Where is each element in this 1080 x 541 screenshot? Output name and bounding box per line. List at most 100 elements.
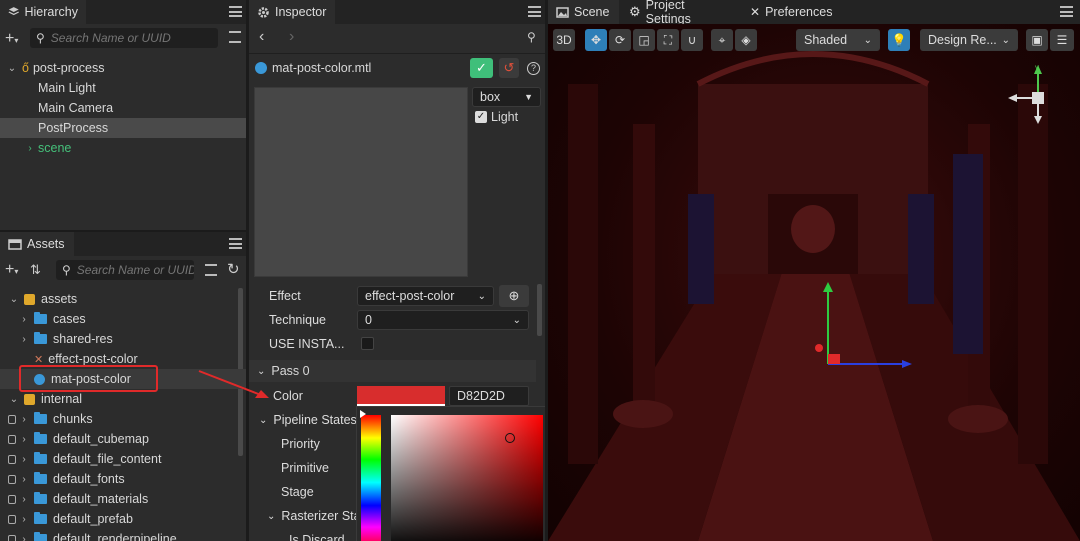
asset-default-prefab[interactable]: › default_prefab — [0, 509, 246, 529]
assets-add-icon[interactable]: +▾ — [5, 261, 18, 279]
folder-icon — [34, 532, 47, 541]
use-instancing-checkbox[interactable] — [361, 337, 374, 350]
expand-arrow-icon[interactable]: › — [18, 434, 30, 445]
scale-tool-button[interactable]: ◲ — [633, 29, 655, 51]
collapse-all-icon[interactable] — [229, 31, 241, 43]
magnet-tool-button[interactable]: ∪ — [681, 29, 703, 51]
expand-arrow-icon[interactable]: › — [18, 334, 30, 345]
pipeline-states-header[interactable]: ⌄ Pipeline States — [259, 410, 357, 430]
asset-label: default_materials — [53, 492, 149, 506]
tab-hierarchy[interactable]: Hierarchy — [0, 0, 86, 24]
apply-button[interactable]: ✓ — [470, 58, 493, 78]
shading-select[interactable]: Shaded ⌄ — [796, 29, 880, 51]
asset-default-materials[interactable]: › default_materials — [0, 489, 246, 509]
asset-cases[interactable]: › cases — [0, 309, 246, 329]
hierarchy-menu-icon[interactable] — [229, 6, 242, 17]
lighting-toggle-button[interactable]: 💡 — [888, 29, 910, 51]
asset-label: default_cubemap — [53, 432, 149, 446]
effect-select[interactable]: effect-post-color ⌄ — [357, 286, 494, 306]
expand-arrow-icon[interactable]: › — [24, 143, 36, 154]
chevron-down-icon: ⌄ — [512, 314, 521, 326]
chevron-down-icon: ⌄ — [259, 414, 268, 426]
hue-slider[interactable] — [361, 415, 381, 541]
tab-preferences[interactable]: ✕ Preferences — [742, 0, 842, 24]
expand-arrow-icon[interactable]: › — [18, 474, 30, 485]
pass-header[interactable]: ⌄ Pass 0 — [249, 360, 536, 382]
hierarchy-search[interactable]: ⚲ — [30, 28, 218, 48]
hierarchy-panel: Hierarchy +▾ ⚲ ⌄ ő post-process Main Lig… — [0, 0, 246, 230]
expand-arrow-icon[interactable]: ⌄ — [6, 63, 18, 74]
transform-gizmo[interactable] — [810, 276, 920, 376]
asset-assets[interactable]: ⌄ assets — [0, 289, 246, 309]
expand-arrow-icon[interactable]: ⌄ — [8, 394, 20, 405]
color-hex-input[interactable]: D82D2D — [449, 386, 529, 406]
expand-arrow-icon[interactable]: › — [18, 454, 30, 465]
collapse-all-icon[interactable] — [205, 264, 217, 276]
move-tool-button[interactable]: ✥ — [585, 29, 607, 51]
tab-project-settings-label: Project Settings — [645, 0, 691, 26]
saturation-value-area[interactable] — [391, 415, 543, 541]
resolution-select[interactable]: Design Re... ⌄ — [920, 29, 1018, 51]
pin-icon[interactable]: ⚲ — [527, 30, 536, 44]
rotate-tool-button[interactable]: ⟳ — [609, 29, 631, 51]
forward-arrow-icon[interactable]: › — [289, 28, 294, 46]
scene-menu-icon[interactable] — [1060, 6, 1073, 17]
locate-button[interactable]: ⊕ — [499, 285, 529, 307]
tab-scene[interactable]: Scene — [548, 0, 619, 24]
scene-more-button[interactable]: ☰ — [1050, 29, 1074, 51]
view-orientation-gizmo[interactable]: y — [1003, 62, 1073, 132]
highlight-box — [19, 365, 158, 392]
expand-arrow-icon[interactable]: › — [18, 414, 30, 425]
expand-arrow-icon[interactable]: › — [18, 514, 30, 525]
expand-arrow-icon[interactable]: ⌄ — [8, 294, 20, 305]
material-preview[interactable] — [254, 87, 468, 277]
assets-menu-icon[interactable] — [229, 238, 242, 249]
asset-default-fonts[interactable]: › default_fonts — [0, 469, 246, 489]
light-toggle[interactable]: ✓ Light — [475, 110, 518, 124]
scene-viewport[interactable]: 3D ✥ ⟳ ◲ ⛶ ∪ ⌖ ◈ Shaded ⌄ 💡 Design Re...… — [548, 24, 1080, 541]
tree-item-post-process[interactable]: ⌄ ő post-process — [0, 58, 246, 78]
color-cursor[interactable] — [505, 433, 515, 443]
asset-default-renderpipeline[interactable]: › default_renderpipeline — [0, 529, 246, 541]
coordinate-button[interactable]: ◈ — [735, 29, 757, 51]
assets-search-input[interactable] — [76, 263, 194, 277]
tab-assets[interactable]: Assets — [0, 232, 74, 256]
asset-default-file-content[interactable]: › default_file_content — [0, 449, 246, 469]
assets-search[interactable]: ⚲ — [56, 260, 194, 280]
hierarchy-add-icon[interactable]: +▾ — [5, 30, 18, 48]
refresh-icon[interactable]: ↻ — [227, 260, 240, 278]
inspector-menu-icon[interactable] — [528, 6, 541, 17]
asset-shared-res[interactable]: › shared-res — [0, 329, 246, 349]
tab-inspector[interactable]: Inspector — [249, 0, 335, 24]
color-swatch[interactable] — [357, 386, 445, 406]
hue-slider-handle[interactable] — [360, 410, 366, 418]
expand-arrow-icon[interactable]: › — [18, 494, 30, 505]
asset-chunks[interactable]: › chunks — [0, 409, 246, 429]
chevron-down-icon: ⌄ — [1001, 34, 1010, 46]
revert-button[interactable]: ↺ — [499, 58, 519, 78]
back-arrow-icon[interactable]: ‹ — [259, 28, 264, 46]
tree-item-postprocess[interactable]: PostProcess — [0, 118, 246, 138]
checkbox-checked-icon[interactable]: ✓ — [475, 111, 487, 123]
sort-icon[interactable]: ⇅ — [30, 262, 41, 278]
tab-project-settings[interactable]: ⚙ Project Settings — [621, 0, 739, 26]
pivot-button[interactable]: ⌖ — [711, 29, 733, 51]
tree-item-main-light[interactable]: Main Light — [0, 78, 246, 98]
camera-settings-button[interactable]: ▣ — [1026, 29, 1048, 51]
tree-item-scene[interactable]: › scene — [0, 138, 246, 158]
expand-arrow-icon[interactable]: › — [18, 534, 30, 541]
help-icon[interactable]: ? — [527, 62, 540, 75]
inspector-scrollbar[interactable] — [537, 284, 542, 336]
pipeline-states-label: Pipeline States — [273, 413, 357, 427]
color-picker[interactable] — [356, 406, 545, 541]
hierarchy-search-input[interactable] — [50, 31, 218, 45]
rect-tool-button[interactable]: ⛶ — [657, 29, 679, 51]
preview-shape-select[interactable]: box ▼ — [472, 87, 541, 107]
3d-toggle-button[interactable]: 3D — [553, 29, 575, 51]
tree-item-main-camera[interactable]: Main Camera — [0, 98, 246, 118]
asset-default-cubemap[interactable]: › default_cubemap — [0, 429, 246, 449]
technique-select[interactable]: 0 ⌄ — [357, 310, 529, 330]
expand-arrow-icon[interactable]: › — [18, 314, 30, 325]
asset-label: assets — [41, 292, 78, 306]
rasterizer-states-header[interactable]: ⌄ Rasterizer Sta — [267, 506, 361, 526]
